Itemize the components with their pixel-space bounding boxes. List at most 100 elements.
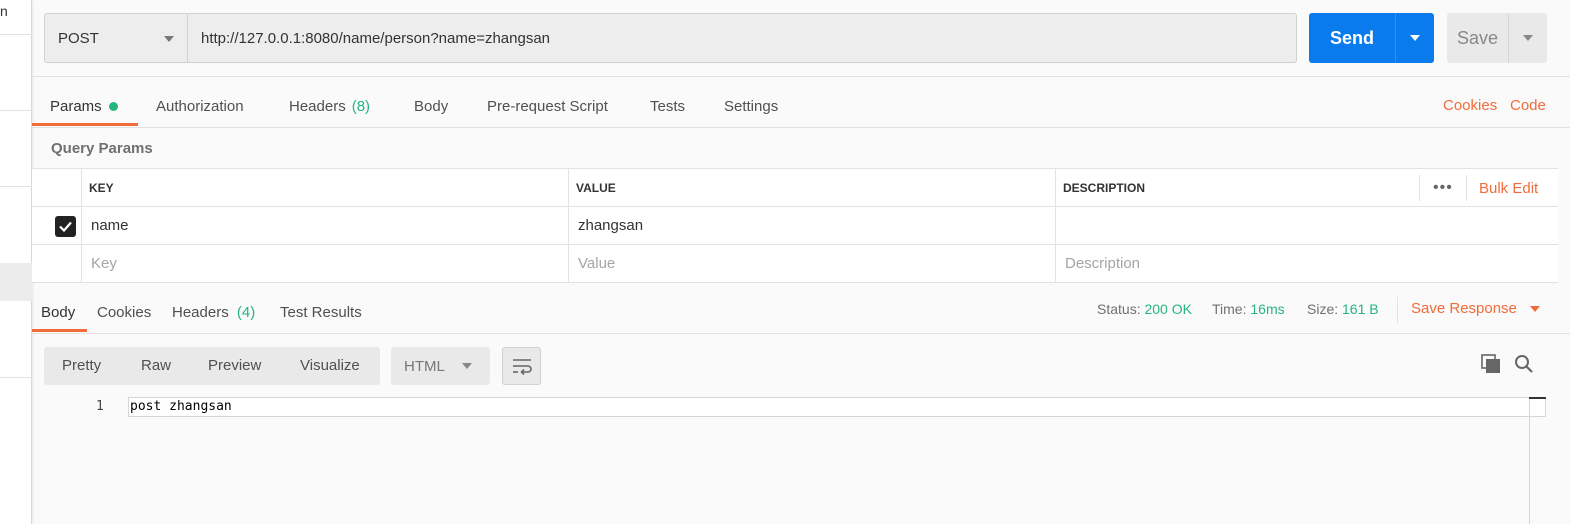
request-url-bar: POST http://127.0.0.1:8080/name/person?n… — [44, 13, 1297, 63]
sidebar-divider — [0, 186, 32, 187]
column-header-key: KEY — [89, 181, 114, 195]
tab-label: Settings — [724, 97, 779, 115]
param-key-input[interactable]: name — [91, 217, 129, 234]
editor-scrollbar[interactable] — [1529, 397, 1546, 399]
tab-settings[interactable]: Settings — [724, 86, 778, 126]
cookies-link[interactable]: Cookies — [1443, 97, 1497, 114]
tab-pre-request-script[interactable]: Pre-request Script — [487, 86, 608, 126]
time-value: 16ms — [1250, 301, 1285, 317]
tab-count: (8) — [351, 97, 371, 115]
chevron-down-icon — [164, 36, 174, 42]
view-mode-preview[interactable]: Preview — [208, 357, 261, 374]
search-button[interactable] — [1513, 353, 1537, 377]
save-response-label: Save Response — [1411, 300, 1517, 317]
tab-authorization[interactable]: Authorization — [156, 86, 244, 126]
tab-count: (4) — [236, 304, 256, 321]
more-options-icon[interactable]: ••• — [1433, 179, 1453, 197]
code-link[interactable]: Code — [1510, 97, 1546, 114]
response-size: Size: 161 B — [1307, 301, 1379, 317]
new-key-input[interactable]: Key — [91, 255, 117, 272]
divider — [32, 76, 1570, 77]
table-row: name zhangsan — [32, 207, 1558, 245]
divider — [1397, 297, 1398, 323]
view-mode-visualize[interactable]: Visualize — [300, 357, 360, 374]
param-value-input[interactable]: zhangsan — [578, 217, 643, 234]
chevron-down-icon — [1529, 305, 1540, 312]
sidebar-divider — [0, 34, 32, 35]
url-input[interactable]: http://127.0.0.1:8080/name/person?name=z… — [188, 14, 1296, 62]
tab-params[interactable]: Params — [50, 86, 118, 126]
url-value: http://127.0.0.1:8080/name/person?name=z… — [201, 29, 551, 47]
view-mode-raw[interactable]: Raw — [141, 357, 171, 374]
tab-tests[interactable]: Tests — [650, 86, 685, 126]
editor-scrollbar-track — [1529, 397, 1530, 524]
tab-label: Authorization — [156, 97, 244, 115]
format-value: HTML — [404, 357, 445, 375]
tab-label: Pre-request Script — [487, 97, 608, 115]
response-tab-test-results[interactable]: Test Results — [280, 304, 362, 321]
response-tab-body[interactable]: Body — [41, 304, 75, 321]
copy-button[interactable] — [1480, 353, 1504, 377]
tab-label: Body — [414, 97, 449, 115]
column-divider — [81, 169, 82, 283]
response-time: Time: 16ms — [1212, 301, 1285, 317]
tab-label: Headers — [172, 304, 229, 321]
copy-icon — [1481, 354, 1500, 373]
time-label: Time: — [1212, 301, 1247, 317]
send-options-button[interactable] — [1395, 13, 1434, 63]
active-tab-indicator — [32, 123, 138, 126]
save-button[interactable]: Save — [1447, 13, 1508, 63]
line-number: 1 — [96, 399, 104, 414]
column-divider — [1055, 169, 1056, 283]
divider — [32, 127, 1570, 128]
check-icon — [59, 221, 72, 233]
tab-body[interactable]: Body — [414, 86, 448, 126]
new-description-input[interactable]: Description — [1065, 255, 1140, 272]
size-label: Size: — [1307, 301, 1339, 317]
wrap-lines-icon — [512, 359, 532, 375]
query-params-table: KEY VALUE DESCRIPTION ••• Bulk Edit name… — [32, 168, 1558, 283]
send-button[interactable]: Send — [1309, 13, 1395, 63]
chevron-down-icon — [1523, 35, 1533, 41]
method-value: POST — [58, 29, 99, 47]
tab-label: Params — [50, 97, 102, 115]
save-response-button[interactable]: Save Response — [1411, 300, 1540, 317]
table-header-row: KEY VALUE DESCRIPTION ••• Bulk Edit — [32, 169, 1558, 207]
status-label: Status: — [1097, 301, 1141, 317]
sidebar-fragment: n — [0, 3, 8, 19]
size-value: 161 B — [1342, 301, 1379, 317]
request-tabs: Params Authorization Headers (8) Body Pr… — [32, 86, 1570, 128]
save-options-button[interactable] — [1508, 13, 1547, 63]
view-mode-pretty[interactable]: Pretty — [62, 357, 101, 374]
bulk-edit-link[interactable]: Bulk Edit — [1479, 180, 1538, 197]
new-value-input[interactable]: Value — [578, 255, 615, 272]
sidebar-selected-item[interactable] — [0, 263, 32, 301]
divider — [1419, 175, 1420, 201]
active-dot-icon — [108, 101, 118, 111]
response-body-text[interactable]: post zhangsan — [130, 399, 232, 414]
chevron-down-icon — [462, 363, 472, 369]
save-button-group: Save — [1447, 13, 1547, 63]
response-status: Status: 200 OK — [1097, 301, 1192, 317]
chevron-down-icon — [1410, 35, 1420, 41]
query-params-title: Query Params — [51, 140, 153, 157]
divider — [1466, 175, 1467, 201]
send-button-group: Send — [1309, 13, 1434, 63]
sidebar-divider — [0, 110, 32, 111]
search-icon — [1515, 355, 1533, 373]
response-tab-cookies[interactable]: Cookies — [97, 304, 151, 321]
status-value: 200 OK — [1144, 301, 1192, 317]
format-select[interactable]: HTML — [391, 347, 490, 385]
response-tab-headers[interactable]: Headers (4) — [172, 304, 255, 321]
param-enabled-checkbox[interactable] — [55, 216, 76, 237]
column-divider — [568, 169, 569, 283]
method-select[interactable]: POST — [45, 14, 188, 62]
wrap-lines-button[interactable] — [502, 347, 541, 385]
tab-headers[interactable]: Headers (8) — [289, 86, 370, 126]
tab-label: Headers — [289, 97, 346, 115]
sidebar-divider — [0, 377, 32, 378]
code-line-highlight — [128, 397, 1546, 417]
table-row-new: Key Value Description — [32, 245, 1558, 283]
view-mode-toggle: Pretty Raw Preview Visualize — [44, 347, 380, 385]
column-header-value: VALUE — [576, 181, 616, 195]
